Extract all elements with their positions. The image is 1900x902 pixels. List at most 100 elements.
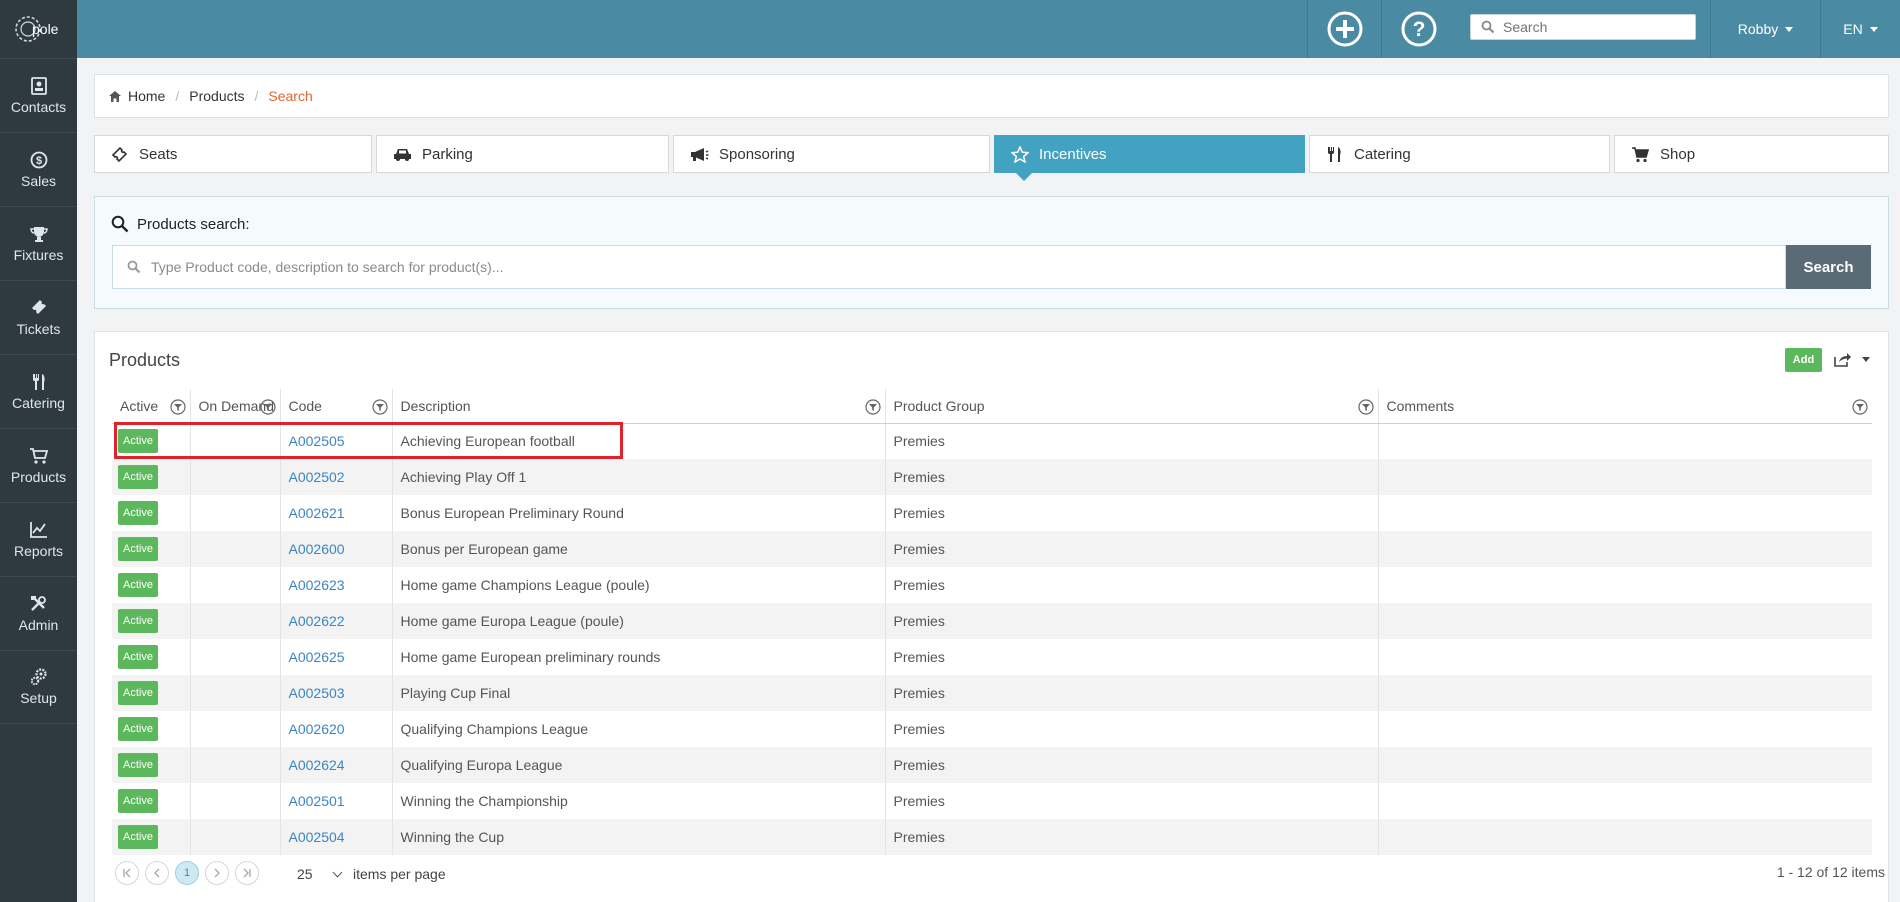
table-row[interactable]: Active A002624 Qualifying Europa League Pre… <box>112 747 1872 783</box>
car-icon <box>394 148 411 161</box>
product-code-link[interactable]: A002501 <box>289 793 345 809</box>
breadcrumb-home[interactable]: Home <box>128 88 165 104</box>
comments-cell <box>1377 783 1872 819</box>
product-group-cell: Premies <box>884 459 1378 495</box>
last-page-icon <box>243 868 251 878</box>
first-page-icon <box>123 868 131 878</box>
sidebar-item-products[interactable]: Products <box>0 428 77 502</box>
product-code-link[interactable]: A002505 <box>289 433 345 449</box>
tab-label: Seats <box>139 145 178 163</box>
table-row[interactable]: Active A002504 Winning the Cup Premies <box>112 819 1872 855</box>
product-code-link[interactable]: A002504 <box>289 829 345 845</box>
filter-icon[interactable] <box>259 399 276 415</box>
description-cell: Bonus European Preliminary Round <box>391 495 885 531</box>
export-menu-button[interactable] <box>1834 347 1880 371</box>
filter-icon[interactable] <box>1357 399 1374 415</box>
table-row[interactable]: Active A002620 Qualifying Champions League… <box>112 711 1872 747</box>
add-product-button[interactable]: Add <box>1785 348 1822 372</box>
tab-shop[interactable]: Shop <box>1614 135 1889 173</box>
table-row[interactable]: Active A002621 Bonus European Preliminary … <box>112 495 1872 531</box>
product-code-link[interactable]: A002622 <box>289 613 345 629</box>
tab-seats[interactable]: Seats <box>94 135 372 173</box>
product-code-link[interactable]: A002623 <box>289 577 345 593</box>
column-header-code[interactable]: Code <box>279 389 392 424</box>
previous-page-button[interactable] <box>145 861 169 885</box>
product-code-link[interactable]: A002620 <box>289 721 345 737</box>
home-icon <box>109 90 121 102</box>
page-number-current[interactable]: 1 <box>175 861 199 885</box>
sidebar-item-label: Tickets <box>16 320 61 337</box>
description-cell: Qualifying Europa League <box>391 747 885 783</box>
column-header-product-group[interactable]: Product Group <box>884 389 1378 424</box>
page-size-select[interactable]: 25 <box>297 866 343 882</box>
product-code-link[interactable]: A002503 <box>289 685 345 701</box>
sidebar-item-catering[interactable]: Catering <box>0 354 77 428</box>
top-bar: ? Robby EN <box>77 0 1900 58</box>
table-row[interactable]: Active A002623 Home game Champions League … <box>112 567 1872 603</box>
svg-text:?: ? <box>1412 18 1425 41</box>
on-demand-cell <box>189 819 280 855</box>
status-badge: Active <box>118 645 158 669</box>
comments-cell <box>1377 423 1872 459</box>
pagination: 1 <box>115 861 265 885</box>
column-header-comments[interactable]: Comments <box>1377 389 1872 424</box>
product-group-cell: Premies <box>884 423 1378 459</box>
language-menu[interactable]: EN <box>1820 0 1900 58</box>
sidebar-item-contacts[interactable]: Contacts <box>0 58 77 132</box>
status-badge: Active <box>118 717 158 741</box>
tab-parking[interactable]: Parking <box>376 135 669 173</box>
column-header-description[interactable]: Description <box>391 389 885 424</box>
column-header-active[interactable]: Active <box>112 389 190 424</box>
search-button[interactable]: Search <box>1786 245 1871 289</box>
filter-icon[interactable] <box>864 399 881 415</box>
table-row[interactable]: Active A002622 Home game Europa League (po… <box>112 603 1872 639</box>
column-header-on-demand[interactable]: On Demand <box>189 389 280 424</box>
gears-icon <box>30 668 47 686</box>
chevron-down-icon <box>332 867 343 877</box>
tab-incentives[interactable]: Incentives <box>994 135 1305 181</box>
sidebar-item-fixtures[interactable]: Fixtures <box>0 206 77 280</box>
sidebar-item-admin[interactable]: Admin <box>0 576 77 650</box>
sidebar-item-setup[interactable]: Setup <box>0 650 77 724</box>
tab-sponsoring[interactable]: Sponsoring <box>673 135 990 173</box>
table-row[interactable]: Active A002625 Home game European prelimin… <box>112 639 1872 675</box>
filter-icon[interactable] <box>1852 399 1868 415</box>
ticket-icon <box>31 299 46 314</box>
next-page-button[interactable] <box>205 861 229 885</box>
tab-catering[interactable]: Catering <box>1309 135 1610 173</box>
filter-icon[interactable] <box>169 399 186 415</box>
product-search-field[interactable]: Type Product code, description to search… <box>112 245 1786 289</box>
product-code-link[interactable]: A002624 <box>289 757 345 773</box>
first-page-button[interactable] <box>115 861 139 885</box>
product-group-cell: Premies <box>884 783 1378 819</box>
page-size-value: 25 <box>297 866 313 882</box>
breadcrumb-products[interactable]: Products <box>189 88 244 104</box>
product-group-cell: Premies <box>884 675 1378 711</box>
sidebar-item-tickets[interactable]: Tickets <box>0 280 77 354</box>
product-code-link[interactable]: A002621 <box>289 505 345 521</box>
add-new-button[interactable] <box>1307 0 1381 58</box>
product-code-link[interactable]: A002600 <box>289 541 345 557</box>
product-code-link[interactable]: A002502 <box>289 469 345 485</box>
help-button[interactable]: ? <box>1381 0 1455 58</box>
description-cell: Bonus per European game <box>391 531 885 567</box>
table-row[interactable]: Active A002501 Winning the Championship Pre… <box>112 783 1872 819</box>
last-page-button[interactable] <box>235 861 259 885</box>
app-logo[interactable]: pole <box>0 0 77 58</box>
table-row[interactable]: Active A002503 Playing Cup Final Premies <box>112 675 1872 711</box>
filter-icon[interactable] <box>371 399 388 415</box>
global-search-field[interactable] <box>1470 14 1696 40</box>
cart-icon <box>29 447 48 464</box>
user-menu[interactable]: Robby <box>1710 0 1820 58</box>
table-row[interactable]: Active A002505 Achieving European football… <box>112 423 1872 459</box>
product-code-link[interactable]: A002625 <box>289 649 345 665</box>
language-code: EN <box>1843 21 1863 37</box>
global-search-input[interactable] <box>1503 19 1683 35</box>
table-row[interactable]: Active A002502 Achieving Play Off 1 Premies <box>112 459 1872 495</box>
table-row[interactable]: Active A002600 Bonus per European game Prem… <box>112 531 1872 567</box>
sidebar-item-sales[interactable]: $ Sales <box>0 132 77 206</box>
sidebar-item-reports[interactable]: Reports <box>0 502 77 576</box>
on-demand-cell <box>189 711 280 747</box>
cart-icon <box>1632 146 1650 162</box>
search-icon <box>127 260 141 274</box>
